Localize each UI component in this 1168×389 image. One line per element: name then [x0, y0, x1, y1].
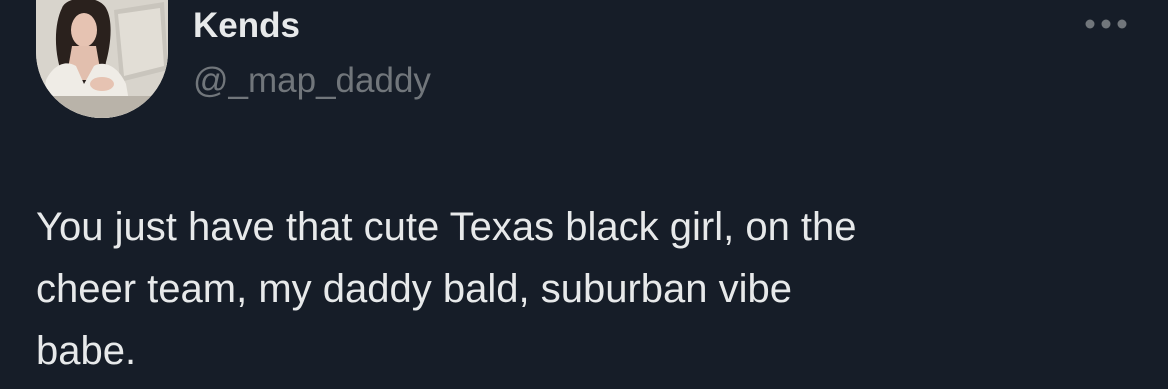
profile-photo-icon — [36, 0, 168, 118]
more-options-button[interactable] — [1078, 8, 1134, 40]
tweet-card: Kends @_map_daddy You just have that cut… — [0, 0, 1168, 389]
more-horizontal-icon — [1085, 19, 1127, 29]
display-name[interactable]: Kends — [193, 4, 300, 48]
avatar[interactable] — [36, 0, 168, 118]
tweet-text: You just have that cute Texas black girl… — [36, 205, 857, 373]
user-handle[interactable]: @_map_daddy — [193, 59, 431, 103]
